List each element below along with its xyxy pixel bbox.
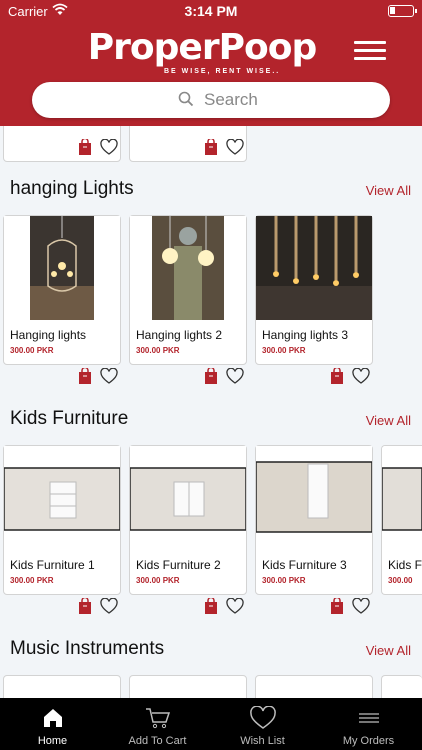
- section-title-kids-furniture: Kids Furniture: [10, 408, 129, 429]
- heart-outline-icon[interactable]: [226, 598, 244, 614]
- product-price: 300.00 PKR: [10, 576, 54, 585]
- heart-outline-icon[interactable]: [100, 139, 118, 155]
- heart-icon: [250, 706, 276, 729]
- product-card[interactable]: Kids Furniture 2 300.00 PKR: [129, 445, 247, 614]
- heart-outline-icon[interactable]: [100, 598, 118, 614]
- search-bar[interactable]: [32, 82, 390, 118]
- product-card[interactable]: [129, 126, 247, 162]
- product-price: 300.00 PKR: [10, 346, 54, 355]
- product-name: Kids Fu: [388, 558, 422, 572]
- view-all-link[interactable]: View All: [366, 643, 411, 658]
- product-name: Hanging lights: [10, 328, 87, 342]
- product-card[interactable]: [3, 675, 121, 698]
- product-card[interactable]: Hanging lights 2 300.00 PKR: [129, 215, 247, 384]
- product-price: 300.00: [388, 576, 413, 585]
- tab-add-to-cart[interactable]: Add To Cart: [105, 698, 210, 750]
- product-image[interactable]: [4, 216, 120, 320]
- heart-outline-icon[interactable]: [100, 368, 118, 384]
- product-name: Kids Furniture 3: [262, 558, 347, 572]
- heart-outline-icon[interactable]: [226, 139, 244, 155]
- app-header: Carrier 3:14 PM ProperPoop BE WISE, RENT…: [0, 0, 422, 126]
- product-name: Kids Furniture 1: [10, 558, 95, 572]
- app-logo: ProperPoop BE WISE, RENT WISE..: [82, 26, 322, 78]
- product-card[interactable]: [3, 126, 121, 162]
- shopping-bag-icon[interactable]: [204, 368, 218, 384]
- shopping-bag-icon[interactable]: [330, 598, 344, 614]
- tab-label: Add To Cart: [128, 735, 187, 747]
- search-icon: [178, 91, 194, 107]
- logo-tagline: BE WISE, RENT WISE..: [164, 68, 281, 75]
- view-all-link[interactable]: View All: [366, 413, 411, 428]
- product-card[interactable]: Hanging lights 3 300.00 PKR: [255, 215, 373, 384]
- tab-label: My Orders: [342, 735, 395, 747]
- tab-home[interactable]: Home: [0, 698, 105, 750]
- product-price: 300.00 PKR: [136, 576, 180, 585]
- section-title-hanging-lights: hanging Lights: [10, 178, 134, 199]
- product-card[interactable]: [381, 675, 422, 698]
- product-image[interactable]: [129, 446, 247, 550]
- cart-icon: [146, 708, 171, 729]
- search-input[interactable]: [204, 88, 344, 112]
- product-card[interactable]: Kids Fu 300.00: [381, 445, 422, 595]
- heart-outline-icon[interactable]: [226, 368, 244, 384]
- section-title-music-instruments: Music Instruments: [10, 638, 165, 659]
- product-card[interactable]: [129, 675, 247, 698]
- product-name: Hanging lights 2: [136, 328, 223, 342]
- product-price: 300.00 PKR: [262, 576, 306, 585]
- battery-icon: [388, 5, 417, 17]
- shopping-bag-icon[interactable]: [78, 368, 92, 384]
- logo-wordmark: ProperPoop: [87, 27, 317, 68]
- product-image[interactable]: [382, 446, 422, 550]
- shopping-bag-icon[interactable]: [204, 139, 218, 155]
- tab-label: Wish List: [240, 735, 285, 747]
- menu-button[interactable]: [352, 38, 388, 62]
- tab-label: Home: [37, 735, 68, 747]
- heart-outline-icon[interactable]: [352, 368, 370, 384]
- shopping-bag-icon[interactable]: [330, 368, 344, 384]
- tab-wish-list[interactable]: Wish List: [210, 698, 315, 750]
- shopping-bag-icon[interactable]: [78, 598, 92, 614]
- product-name: Hanging lights 3: [262, 328, 349, 342]
- view-all-link[interactable]: View All: [366, 183, 411, 198]
- shopping-bag-icon[interactable]: [204, 598, 218, 614]
- tab-my-orders[interactable]: My Orders: [315, 698, 422, 750]
- product-name: Kids Furniture 2: [136, 558, 221, 572]
- product-card[interactable]: [255, 675, 373, 698]
- product-price: 300.00 PKR: [136, 346, 180, 355]
- product-price: 300.00 PKR: [262, 346, 306, 355]
- product-card[interactable]: Hanging lights 300.00 PKR: [3, 215, 121, 384]
- status-time: 3:14 PM: [184, 3, 238, 19]
- list-icon: [359, 713, 379, 723]
- product-card[interactable]: Kids Furniture 1 300.00 PKR: [3, 445, 121, 614]
- heart-outline-icon[interactable]: [352, 598, 370, 614]
- home-content[interactable]: hanging Lights View All Hanging lights 3…: [0, 126, 422, 698]
- product-image[interactable]: [130, 216, 246, 320]
- product-image[interactable]: [256, 216, 372, 320]
- status-bar: Carrier 3:14 PM: [0, 0, 422, 22]
- shopping-bag-icon[interactable]: [78, 139, 92, 155]
- product-image[interactable]: [255, 446, 373, 550]
- product-card[interactable]: Kids Furniture 3 300.00 PKR: [255, 445, 373, 614]
- product-image[interactable]: [3, 446, 121, 550]
- bottom-tab-bar: Home Add To Cart Wish List My Orders: [0, 698, 422, 750]
- home-icon: [44, 709, 62, 727]
